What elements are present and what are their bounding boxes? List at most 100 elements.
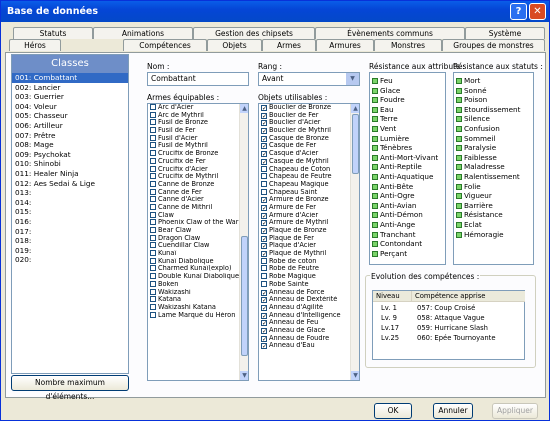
usable-item[interactable]: ✓ Bouclier de Bronze bbox=[259, 104, 359, 112]
class-list-item[interactable]: 014: bbox=[12, 198, 128, 208]
resistance-level-icon[interactable] bbox=[372, 106, 378, 113]
usable-item[interactable]: ✓ Bouclier de Fer bbox=[259, 112, 359, 120]
checkbox-icon[interactable] bbox=[150, 242, 156, 249]
checkbox-icon[interactable]: ✓ bbox=[261, 220, 267, 227]
weapon-item[interactable]: Fusil d'Acier bbox=[148, 134, 248, 143]
weapon-item[interactable]: Crucifix d'Acier bbox=[148, 165, 248, 174]
tab-row1-item[interactable]: Système bbox=[465, 27, 545, 39]
checkbox-icon[interactable] bbox=[150, 157, 156, 164]
checkbox-icon[interactable]: ✓ bbox=[261, 251, 267, 258]
attribute-resistance[interactable]: Anti-Mort-Vivant bbox=[370, 153, 445, 163]
usable-item[interactable]: ✓ Casque de Bronze bbox=[259, 135, 359, 143]
class-list-item[interactable]: 007: Prêtre bbox=[12, 131, 128, 141]
status-resistance[interactable]: Faiblesse bbox=[454, 153, 533, 163]
class-list-item[interactable]: 018: bbox=[12, 236, 128, 246]
checkbox-icon[interactable] bbox=[150, 119, 156, 126]
checkbox-icon[interactable] bbox=[150, 173, 156, 180]
checkbox-icon[interactable] bbox=[261, 265, 267, 272]
resistance-level-icon[interactable] bbox=[372, 145, 378, 152]
class-list-item[interactable]: 017: bbox=[12, 227, 128, 237]
tab-row1-item[interactable]: Évènements communs bbox=[315, 27, 465, 39]
checkbox-icon[interactable]: ✓ bbox=[261, 320, 267, 327]
scroll-thumb[interactable] bbox=[241, 236, 248, 356]
attribute-resistance[interactable]: Tranchant bbox=[370, 230, 445, 240]
class-list-item[interactable]: 005: Chasseur bbox=[12, 111, 128, 121]
usable-item[interactable]: ✓ Anneau d'Agilité bbox=[259, 304, 359, 312]
usable-item[interactable]: ✓ Casque d'Acier bbox=[259, 150, 359, 158]
checkbox-icon[interactable] bbox=[150, 196, 156, 203]
weapon-item[interactable]: Cuendillar Claw bbox=[148, 242, 248, 250]
status-resistance[interactable]: Sonné bbox=[454, 86, 533, 96]
close-button[interactable]: ✕ bbox=[529, 3, 546, 20]
weapon-item[interactable]: Charmed Kunaï(explo) bbox=[148, 265, 248, 273]
class-list-item[interactable]: 020: bbox=[12, 255, 128, 265]
usable-item[interactable]: ✓ Bouclier d'Acier bbox=[259, 119, 359, 127]
checkbox-icon[interactable]: ✓ bbox=[261, 105, 267, 112]
checkbox-icon[interactable]: ✓ bbox=[261, 112, 267, 119]
resistance-level-icon[interactable] bbox=[456, 212, 462, 219]
usable-item[interactable]: Chapeau de Coton bbox=[259, 165, 359, 174]
checkbox-icon[interactable]: ✓ bbox=[261, 327, 267, 334]
checkbox-icon[interactable]: ✓ bbox=[261, 343, 267, 350]
weapons-scrollbar[interactable]: ▲ ▼ bbox=[239, 104, 248, 380]
checkbox-icon[interactable] bbox=[261, 180, 267, 187]
checkbox-icon[interactable] bbox=[150, 234, 156, 241]
checkbox-icon[interactable] bbox=[150, 188, 156, 195]
checkbox-icon[interactable] bbox=[150, 219, 156, 226]
weapon-item[interactable]: Fusil de Bronze bbox=[148, 119, 248, 127]
tab-row2-item[interactable]: Groupes de monstres bbox=[442, 39, 545, 51]
resistance-level-icon[interactable] bbox=[372, 221, 378, 228]
checkbox-icon[interactable] bbox=[150, 142, 156, 149]
checkbox-icon[interactable]: ✓ bbox=[261, 335, 267, 342]
usable-item[interactable]: Robe de Feutre bbox=[259, 265, 359, 273]
scroll-down-icon[interactable]: ▼ bbox=[240, 371, 248, 380]
resistance-level-icon[interactable] bbox=[456, 78, 462, 84]
status-resistance[interactable]: Eclat bbox=[454, 220, 533, 230]
checkbox-icon[interactable] bbox=[150, 257, 156, 264]
weapon-item[interactable]: Canne de Mithril bbox=[148, 203, 248, 212]
skill-name[interactable]: 057: Coup Croisé bbox=[417, 304, 475, 313]
checkbox-icon[interactable] bbox=[150, 150, 156, 157]
resistance-level-icon[interactable] bbox=[456, 221, 462, 228]
resistance-level-icon[interactable] bbox=[372, 231, 378, 238]
usable-item[interactable]: Robe Magique bbox=[259, 273, 359, 281]
class-list-item[interactable]: 015: bbox=[12, 207, 128, 217]
resistance-level-icon[interactable] bbox=[372, 164, 378, 171]
chevron-down-icon[interactable]: ▼ bbox=[346, 73, 359, 85]
checkbox-icon[interactable] bbox=[261, 165, 267, 172]
checkbox-icon[interactable] bbox=[150, 104, 156, 110]
resistance-level-icon[interactable] bbox=[456, 231, 462, 238]
class-list-item[interactable]: 001: Combattant bbox=[12, 73, 128, 83]
weapon-item[interactable]: Katana bbox=[148, 296, 248, 304]
usable-item[interactable]: ✓ Armure de Fer bbox=[259, 204, 359, 212]
resistance-level-icon[interactable] bbox=[372, 202, 378, 209]
checkbox-icon[interactable] bbox=[261, 173, 267, 180]
checkbox-icon[interactable]: ✓ bbox=[261, 120, 267, 127]
resistance-level-icon[interactable] bbox=[456, 97, 462, 104]
resistance-level-icon[interactable] bbox=[372, 116, 378, 123]
usable-item[interactable]: Chapeau de Feutre bbox=[259, 173, 359, 181]
weapon-item[interactable]: Canne de Fer bbox=[148, 188, 248, 197]
class-list-item[interactable]: 011: Healer Ninja bbox=[12, 169, 128, 179]
class-list-item[interactable]: 003: Guerrier bbox=[12, 92, 128, 102]
usable-item[interactable]: ✓ Plaque de Fer bbox=[259, 235, 359, 243]
checkbox-icon[interactable] bbox=[150, 273, 156, 280]
tab-row2-item[interactable]: Héros bbox=[9, 39, 61, 51]
tab-row1-item[interactable]: Statuts bbox=[13, 27, 93, 39]
class-list-item[interactable]: 013: bbox=[12, 188, 128, 198]
status-resistance[interactable]: Paralysie bbox=[454, 143, 533, 153]
checkbox-icon[interactable] bbox=[150, 303, 156, 310]
weapon-item[interactable]: Fusil de Mythril bbox=[148, 142, 248, 150]
tab-row2-item[interactable]: Armures bbox=[316, 39, 374, 51]
checkbox-icon[interactable] bbox=[150, 250, 156, 257]
checkbox-icon[interactable]: ✓ bbox=[261, 151, 267, 158]
col-skill-header[interactable]: Compétence apprise bbox=[411, 291, 525, 302]
attribute-resistance[interactable]: Eau bbox=[370, 105, 445, 115]
status-resistance[interactable]: Poison bbox=[454, 95, 533, 105]
resistance-level-icon[interactable] bbox=[456, 87, 462, 94]
resistance-level-icon[interactable] bbox=[372, 173, 378, 180]
resistance-level-icon[interactable] bbox=[372, 241, 378, 248]
items-scrollbar[interactable]: ▲ ▼ bbox=[350, 104, 359, 380]
attribute-resistance[interactable]: Perçant bbox=[370, 249, 445, 259]
status-resistance[interactable]: Mort bbox=[454, 76, 533, 86]
